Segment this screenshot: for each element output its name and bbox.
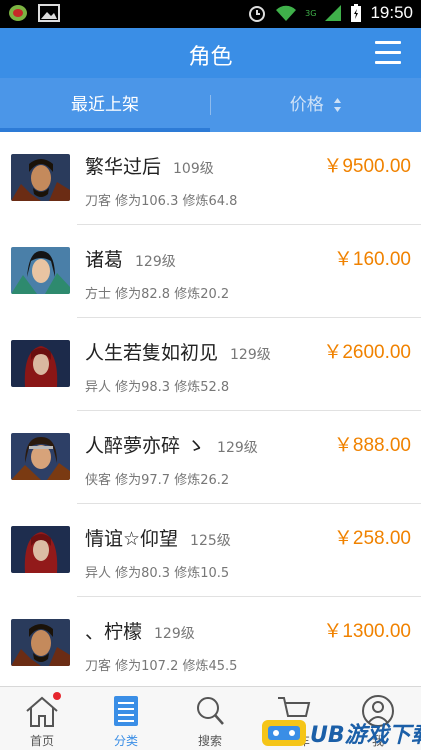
app-notification-icon <box>9 5 27 21</box>
character-name: 诸葛 129级 <box>85 245 176 272</box>
character-detail: 侠客 修为97.7 修炼26.2 <box>85 473 230 488</box>
image-notification-icon <box>38 4 60 22</box>
character-avatar <box>11 340 70 387</box>
status-left-icons <box>8 4 60 22</box>
menu-icon[interactable] <box>375 41 401 65</box>
app-header: 角色 <box>0 28 421 78</box>
character-avatar <box>11 526 70 573</box>
list-item[interactable]: 诸葛 129级 方士 修为82.8 修炼20.2 ￥160.00 <box>0 225 421 318</box>
character-level: 129级 <box>217 440 258 456</box>
character-name: 繁华过后 109级 <box>85 152 214 179</box>
character-avatar <box>11 247 70 294</box>
character-price: ￥258.00 <box>333 528 411 549</box>
character-level: 129级 <box>154 626 195 642</box>
watermark-text: UB游戏下载 <box>310 723 421 748</box>
character-level: 109级 <box>173 161 214 177</box>
character-name-text: 人醉夢亦碎 ゝ <box>85 435 206 457</box>
character-detail: 刀客 修为107.2 修炼45.5 <box>85 659 238 674</box>
character-price: ￥888.00 <box>333 435 411 456</box>
sort-arrows-icon <box>334 98 342 112</box>
status-time: 19:50 <box>370 3 413 22</box>
character-name: 人生若隻如初见 129级 <box>85 338 271 365</box>
character-detail: 刀客 修为106.3 修炼64.8 <box>85 194 238 209</box>
character-detail: 方士 修为82.8 修炼20.2 <box>85 287 230 302</box>
character-level: 125级 <box>190 533 231 549</box>
network-type-label: 3G <box>305 8 317 18</box>
notification-dot <box>53 692 61 700</box>
list-item[interactable]: 人生若隻如初见 129级 异人 修为98.3 修炼52.8 ￥2600.00 <box>0 318 421 411</box>
character-name-text: 诸葛 <box>85 249 124 271</box>
character-avatar <box>11 154 70 201</box>
character-level: 129级 <box>135 254 176 270</box>
character-price: ￥9500.00 <box>323 156 411 177</box>
sort-tabs: 最近上架 价格 <box>0 78 421 132</box>
nav-search[interactable]: 搜索 <box>168 687 252 751</box>
page-title: 角色 <box>188 45 233 70</box>
character-level: 129级 <box>230 347 271 363</box>
nav-category[interactable]: 分类 <box>84 687 168 751</box>
character-price: ￥1300.00 <box>323 621 411 642</box>
alarm-icon <box>249 6 266 22</box>
status-bar: 3G 19:50 <box>0 0 421 28</box>
character-name: 情谊☆仰望 125级 <box>85 524 231 551</box>
nav-search-label: 搜索 <box>197 734 222 748</box>
character-name: 、柠檬 129级 <box>85 617 195 644</box>
character-name-text: 人生若隻如初见 <box>85 342 219 364</box>
character-name-text: 情谊☆仰望 <box>85 528 179 550</box>
character-detail: 异人 修为98.3 修炼52.8 <box>85 380 230 395</box>
tab-recent[interactable]: 最近上架 <box>0 78 210 132</box>
wifi-icon <box>276 5 297 21</box>
character-name: 人醉夢亦碎 ゝ 129级 <box>85 431 258 458</box>
list-icon <box>114 696 138 726</box>
tab-price-label: 价格 <box>289 95 324 115</box>
battery-icon <box>351 4 362 22</box>
character-name-text: 繁华过后 <box>85 156 162 178</box>
tab-recent-label: 最近上架 <box>71 95 139 115</box>
list-item[interactable]: 繁华过后 109级 刀客 修为106.3 修炼64.8 ￥9500.00 <box>0 132 421 225</box>
nav-home-label: 首页 <box>29 734 54 748</box>
character-price: ￥2600.00 <box>323 342 411 363</box>
signal-icon <box>325 5 342 21</box>
character-detail: 异人 修为80.3 修炼10.5 <box>85 566 230 581</box>
list-item[interactable]: 、柠檬 129级 刀客 修为107.2 修炼45.5 ￥1300.00 <box>0 597 421 690</box>
list-item[interactable]: 情谊☆仰望 125级 异人 修为80.3 修炼10.5 ￥258.00 <box>0 504 421 597</box>
watermark-logo: UB游戏下载 <box>262 720 421 748</box>
status-right-icons: 3G 19:50 <box>247 3 413 23</box>
nav-category-label: 分类 <box>113 734 138 748</box>
search-icon <box>197 697 224 725</box>
nav-home[interactable]: 首页 <box>0 687 84 751</box>
character-name-text: 、柠檬 <box>85 621 143 643</box>
tab-price[interactable]: 价格 <box>211 78 421 132</box>
list-item[interactable]: 人醉夢亦碎 ゝ 129级 侠客 修为97.7 修炼26.2 ￥888.00 <box>0 411 421 504</box>
character-avatar <box>11 433 70 480</box>
character-price: ￥160.00 <box>333 249 411 270</box>
character-avatar <box>11 619 70 666</box>
